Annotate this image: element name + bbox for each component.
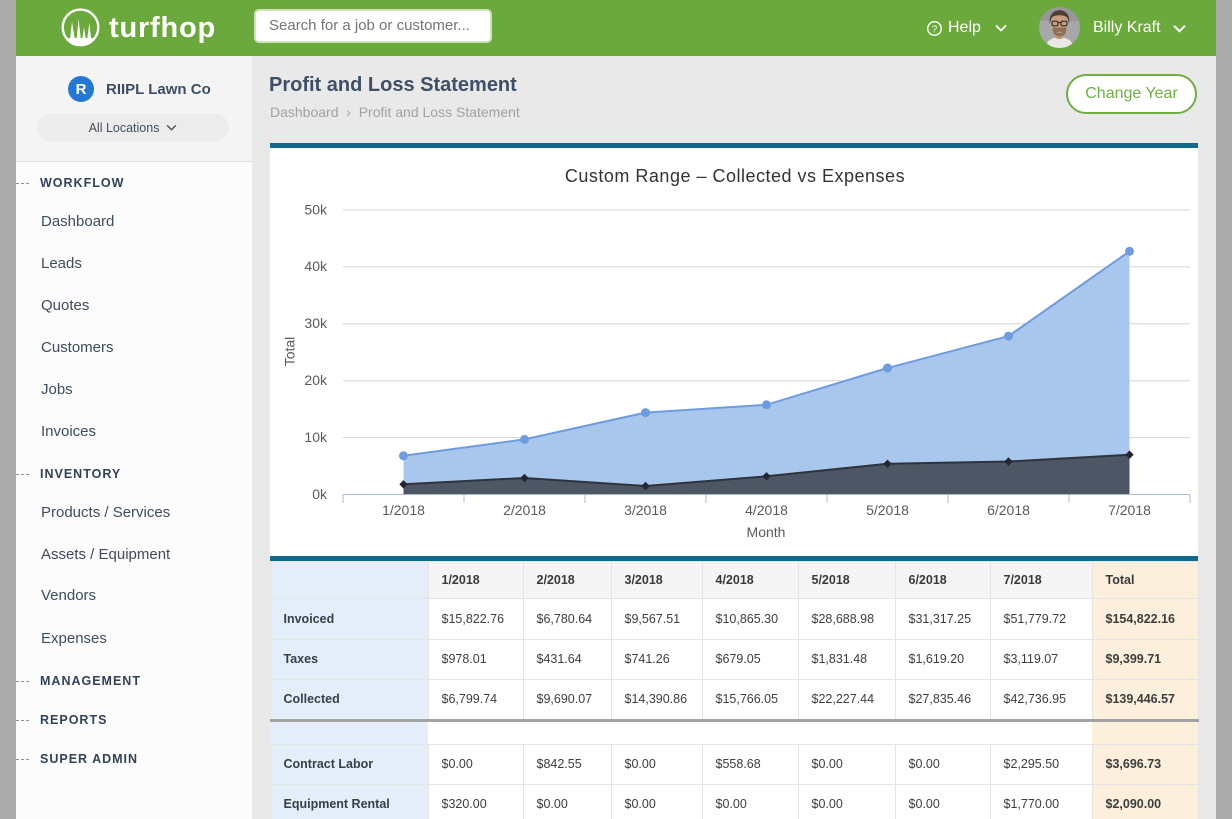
svg-text:?: ? <box>932 24 938 35</box>
svg-text:20k: 20k <box>304 372 328 388</box>
svg-text:10k: 10k <box>304 429 328 445</box>
svg-text:3/2018: 3/2018 <box>624 502 667 518</box>
svg-text:6/2018: 6/2018 <box>987 502 1030 518</box>
svg-text:30k: 30k <box>304 315 328 331</box>
svg-text:Custom Range – Collected vs Ex: Custom Range – Collected vs Expenses <box>564 166 904 186</box>
svg-text:1/2018: 1/2018 <box>382 502 425 518</box>
svg-text:50k: 50k <box>304 201 328 217</box>
svg-text:2/2018: 2/2018 <box>503 502 546 518</box>
svg-text:Total: Total <box>281 336 297 366</box>
svg-text:5/2018: 5/2018 <box>866 502 909 518</box>
svg-text:40k: 40k <box>304 258 328 274</box>
svg-text:Month: Month <box>746 524 785 540</box>
svg-text:0k: 0k <box>312 486 328 502</box>
svg-text:7/2018: 7/2018 <box>1108 502 1151 518</box>
svg-text:4/2018: 4/2018 <box>745 502 788 518</box>
